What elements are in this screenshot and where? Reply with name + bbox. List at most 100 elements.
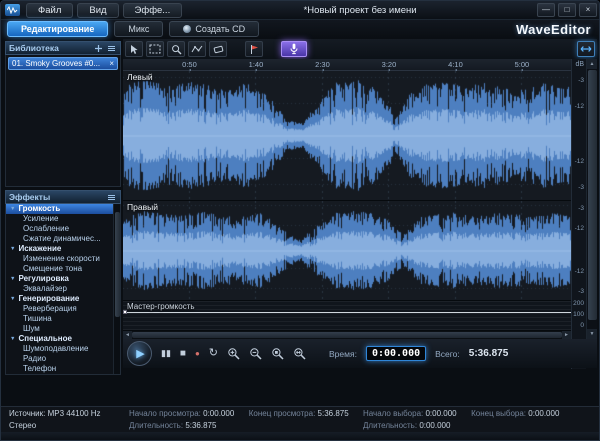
library-item-label: 01. Smoky Grooves #0... xyxy=(12,59,101,68)
view-end-value: 5:36.875 xyxy=(317,409,349,418)
scrollbar-track[interactable] xyxy=(132,331,562,339)
scrollbar-thumb[interactable] xyxy=(588,70,597,320)
minimize-button[interactable]: — xyxy=(537,3,555,17)
total-time-value: 5:36.875 xyxy=(468,348,509,359)
zoom-out-button[interactable] xyxy=(249,347,262,360)
left-channel-waveform[interactable] xyxy=(123,71,571,200)
effects-category[interactable]: ▼ Специальное xyxy=(6,334,120,344)
loop-button[interactable]: ↻ xyxy=(209,348,218,359)
time-tick-label: 5:00 xyxy=(514,60,530,72)
selection-duration-value: 0:00.000 xyxy=(419,421,451,430)
horizontal-scrollbar[interactable]: ◄ ► xyxy=(123,331,571,339)
panel-menu-icon[interactable] xyxy=(106,43,117,53)
total-label: Всего: xyxy=(435,348,460,359)
current-time-display[interactable]: 0:00.000 xyxy=(365,346,427,361)
window-title: *Новый проект без имени xyxy=(303,4,417,16)
effects-item[interactable]: Сжатие динамичес... xyxy=(6,234,120,244)
scrollbar-thumb[interactable] xyxy=(132,332,562,338)
zoom-tool-button[interactable] xyxy=(167,41,185,57)
tab-create-cd[interactable]: Создать CD xyxy=(169,21,260,37)
collapse-icon: ▼ xyxy=(10,206,16,212)
time-tick-label: 3:20 xyxy=(381,60,397,72)
stop-button[interactable]: ■ xyxy=(180,348,186,359)
select-region-tool-button[interactable] xyxy=(146,41,164,57)
effects-item[interactable]: Ослабление xyxy=(6,224,120,234)
effects-category-label: Искажение xyxy=(18,244,62,253)
right-channel-waveform[interactable] xyxy=(123,201,571,300)
effects-item-label: Усиление xyxy=(23,214,59,223)
app-window: Файл Вид Эффе... *Новый проект без имени… xyxy=(0,0,600,441)
effects-item[interactable]: Шумоподавление xyxy=(6,344,120,354)
effects-category[interactable]: ▼ Громкость xyxy=(6,204,120,214)
scroll-up-icon[interactable]: ▲ xyxy=(587,59,597,69)
db-scale-right: -3 -12 -12 -3 xyxy=(572,201,586,301)
source-info: Источник: MP3 44100 Hz Стерео xyxy=(9,408,101,432)
menu-effects[interactable]: Эффе... xyxy=(122,2,183,18)
effects-item[interactable]: Изменение скорости xyxy=(6,254,120,264)
effects-category[interactable]: ▼ Генерирование xyxy=(6,294,120,304)
close-button[interactable]: × xyxy=(579,3,597,17)
record-marker-button[interactable] xyxy=(245,41,263,57)
master-scale-label: 0 xyxy=(580,322,584,329)
record-button[interactable]: ● xyxy=(195,349,200,358)
tab-mix[interactable]: Микс xyxy=(114,21,164,37)
effects-item[interactable]: Реверберация xyxy=(6,304,120,314)
maximize-button[interactable]: □ xyxy=(558,3,576,17)
effects-item-label: Радио xyxy=(23,354,47,363)
effects-category[interactable]: ▼ Регулировка xyxy=(6,274,120,284)
effects-item[interactable]: Тишина xyxy=(6,314,120,324)
effects-item-label: Телефон xyxy=(23,364,57,373)
selection-duration-label: Длительность: xyxy=(363,421,418,430)
source-channels: Стерео xyxy=(9,421,37,430)
left-channel-label: Левый xyxy=(127,72,153,82)
effects-item[interactable]: Телефон xyxy=(6,364,120,374)
effects-item-label: Реверберация xyxy=(23,304,77,313)
effects-item[interactable]: Смещение тона xyxy=(6,264,120,274)
add-file-icon[interactable] xyxy=(93,43,104,53)
remove-item-icon[interactable]: × xyxy=(109,59,114,68)
fit-to-window-button[interactable] xyxy=(577,41,595,57)
microphone-button[interactable] xyxy=(281,41,307,57)
volume-envelope-line[interactable] xyxy=(123,312,571,314)
menu-view[interactable]: Вид xyxy=(77,2,119,18)
scroll-left-icon[interactable]: ◄ xyxy=(123,331,132,339)
vertical-scrollbar[interactable]: ▲ ▼ xyxy=(586,59,597,339)
sidebar: Библиотека 01. Smoky Grooves #0... × Эфф… xyxy=(5,41,121,375)
tab-editing-label: Редактирование xyxy=(21,24,95,34)
effects-item[interactable]: Эквалайзер xyxy=(6,284,120,294)
scrollbar-thumb[interactable] xyxy=(115,212,120,318)
db-label: -3 xyxy=(578,205,584,212)
zoom-selection-button[interactable] xyxy=(271,347,284,360)
panel-options-icon[interactable] xyxy=(106,192,117,202)
wave-editor-area: 0:50 1:40 2:30 3:20 4:10 5:00 Левый Прав… xyxy=(123,39,597,406)
effects-category[interactable]: ▼ Искажение xyxy=(6,244,120,254)
collapse-icon: ▼ xyxy=(10,276,16,282)
effects-item[interactable]: Усиление xyxy=(6,214,120,224)
tab-editing[interactable]: Редактирование xyxy=(7,21,109,37)
db-label: -12 xyxy=(574,102,584,110)
library-title: Библиотека xyxy=(9,43,59,53)
master-scale: 200 100 0 xyxy=(572,300,586,331)
eraser-tool-button[interactable] xyxy=(209,41,227,57)
scroll-down-icon[interactable]: ▼ xyxy=(587,329,597,339)
scrollbar-track[interactable] xyxy=(587,69,597,329)
effects-scrollbar[interactable] xyxy=(113,204,120,374)
envelope-tool-button[interactable] xyxy=(188,41,206,57)
menu-file[interactable]: Файл xyxy=(26,2,74,18)
cursor-tool-button[interactable] xyxy=(125,41,143,57)
effects-item-label: Смещение тона xyxy=(23,264,83,273)
library-item[interactable]: 01. Smoky Grooves #0... × xyxy=(8,57,118,70)
effects-item[interactable]: Радио xyxy=(6,354,120,364)
zoom-in-button[interactable] xyxy=(227,347,240,360)
master-volume-track[interactable]: Мастер-громкость xyxy=(123,301,571,331)
play-button[interactable]: ▶ xyxy=(127,341,152,366)
scroll-right-icon[interactable]: ► xyxy=(562,331,571,339)
timeline-ruler[interactable]: 0:50 1:40 2:30 3:20 4:10 5:00 xyxy=(123,59,571,72)
db-label: -3 xyxy=(578,76,584,84)
zoom-full-button[interactable] xyxy=(293,347,306,360)
right-channel-label: Правый xyxy=(127,202,158,212)
pause-button[interactable]: ▮▮ xyxy=(161,349,171,358)
effects-item[interactable]: Шум xyxy=(6,324,120,334)
editor-toolbar xyxy=(123,39,597,59)
selection-start-label: Начало выбора: xyxy=(363,409,424,418)
